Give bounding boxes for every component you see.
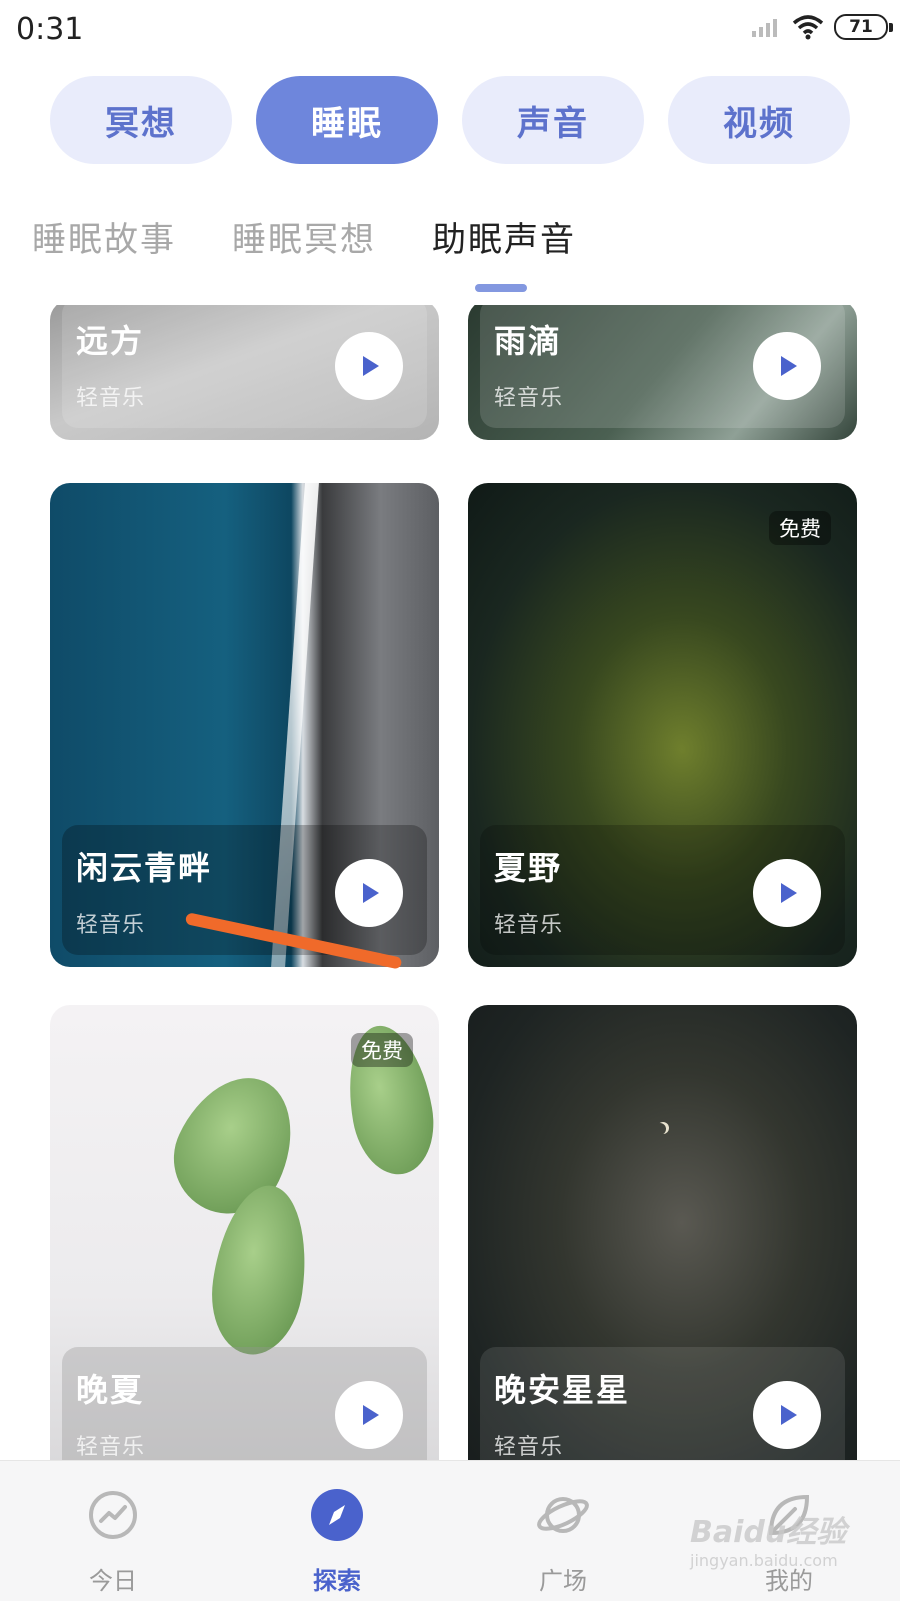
play-button[interactable]	[335, 332, 403, 400]
watermark: Baidu经验	[690, 1515, 847, 1550]
card-subtitle: 轻音乐	[494, 1435, 564, 1460]
trend-icon	[89, 1491, 137, 1539]
tab-sleep-sounds[interactable]: 助眠声音	[432, 212, 576, 261]
play-icon	[781, 883, 797, 903]
tab-sleep-stories[interactable]: 睡眠故事	[32, 212, 176, 261]
card-title: 闲云青畔	[76, 849, 213, 887]
watermark-sub: jingyan.baidu.com	[690, 1551, 838, 1570]
tab-sleep-meditation[interactable]: 睡眠冥想	[232, 212, 376, 261]
nav-today[interactable]: 今日	[38, 1461, 188, 1601]
category-meditation[interactable]: 冥想	[50, 76, 232, 164]
category-video[interactable]: 视频	[668, 76, 850, 164]
card-subtitle: 轻音乐	[76, 386, 146, 411]
nav-plaza[interactable]: 广场	[488, 1461, 638, 1601]
wifi-icon	[792, 15, 824, 40]
status-time: 0:31	[16, 12, 84, 47]
sleep-sub-tabs: 睡眠故事 睡眠冥想 助眠声音	[0, 212, 900, 292]
category-tabs: 冥想 睡眠 声音 视频	[50, 76, 850, 164]
play-button[interactable]	[753, 1381, 821, 1449]
status-icons: 71	[750, 14, 893, 40]
play-icon	[363, 883, 379, 903]
play-icon	[363, 356, 379, 376]
nav-explore[interactable]: 探索	[262, 1461, 412, 1601]
tab-indicator	[475, 284, 527, 292]
play-button[interactable]	[753, 332, 821, 400]
battery-indicator: 71	[834, 14, 893, 40]
card-wanxia[interactable]: 免费 晚夏 轻音乐	[50, 1005, 439, 1460]
free-badge: 免费	[351, 1033, 413, 1067]
nav-label: 探索	[313, 1567, 361, 1595]
category-sleep[interactable]: 睡眠	[256, 76, 438, 164]
play-icon	[363, 1405, 379, 1425]
nav-label: 今日	[89, 1567, 137, 1595]
planet-icon	[537, 1497, 589, 1533]
play-icon	[781, 356, 797, 376]
card-subtitle: 轻音乐	[76, 1435, 146, 1460]
bottom-nav: 今日 探索 广场 我的 Baidu经验 jingyan.baidu.com	[0, 1460, 900, 1601]
card-yuanfang[interactable]: 远方 轻音乐	[50, 305, 439, 440]
card-title: 远方	[76, 322, 145, 360]
card-subtitle: 轻音乐	[494, 386, 564, 411]
card-subtitle: 轻音乐	[76, 913, 146, 938]
card-title: 雨滴	[494, 322, 563, 360]
play-button[interactable]	[335, 1381, 403, 1449]
play-button[interactable]	[335, 859, 403, 927]
play-button[interactable]	[753, 859, 821, 927]
card-wananxingxing[interactable]: 晚安星星 轻音乐	[468, 1005, 857, 1460]
sound-card-grid: 远方 轻音乐 雨滴 轻音乐 闲云青畔 轻音乐 免费 夏野 轻音乐 免费 晚夏 轻…	[0, 305, 900, 1460]
card-title: 晚安星星	[494, 1371, 631, 1409]
card-subtitle: 轻音乐	[494, 913, 564, 938]
compass-icon	[311, 1489, 363, 1541]
card-title: 夏野	[494, 849, 563, 887]
play-icon	[781, 1405, 797, 1425]
moon-shape	[654, 1123, 666, 1135]
card-yudi[interactable]: 雨滴 轻音乐	[468, 305, 857, 440]
status-bar: 0:31 71	[0, 0, 900, 62]
nav-label: 广场	[539, 1567, 587, 1595]
signal-icon	[752, 19, 777, 37]
card-xiaye[interactable]: 免费 夏野 轻音乐	[468, 483, 857, 967]
card-title: 晚夏	[76, 1371, 145, 1409]
free-badge: 免费	[769, 511, 831, 545]
category-sound[interactable]: 声音	[462, 76, 644, 164]
card-xianyunqingpan[interactable]: 闲云青畔 轻音乐	[50, 483, 439, 967]
